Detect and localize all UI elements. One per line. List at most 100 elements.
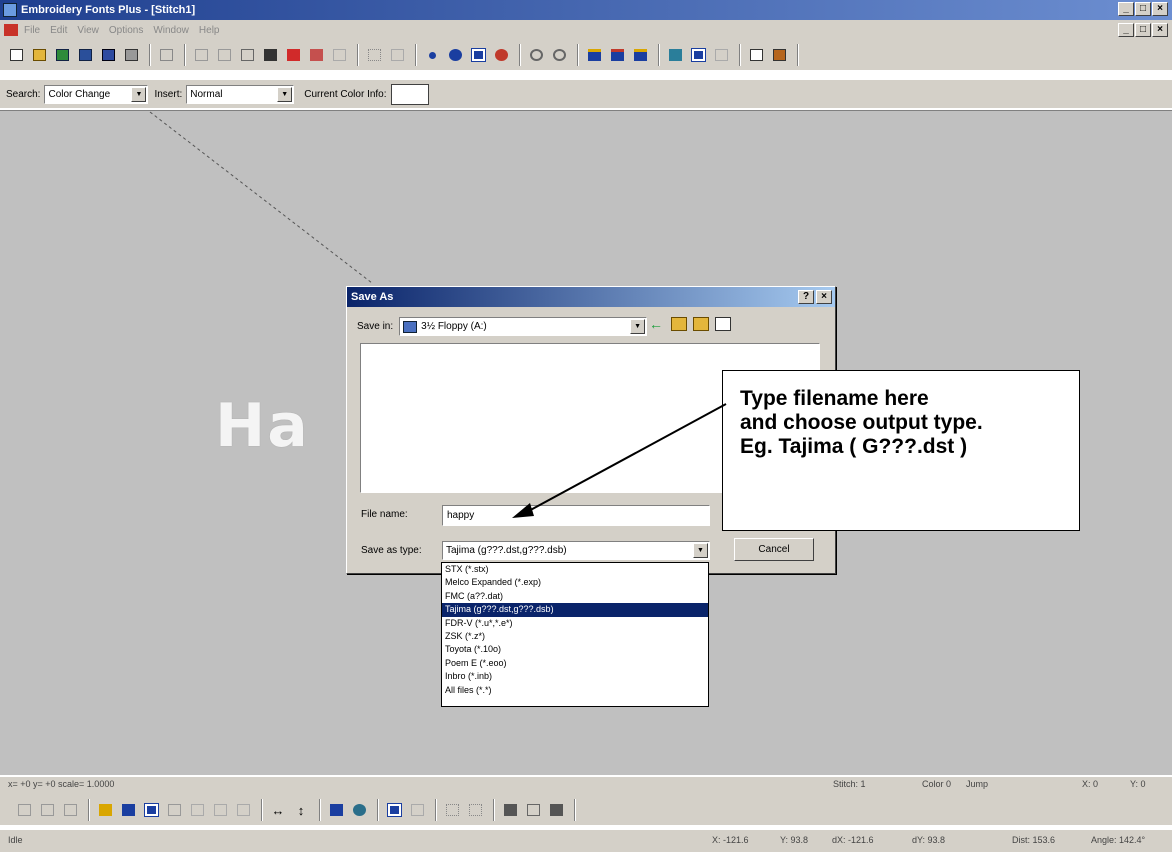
copy-icon[interactable] xyxy=(214,46,234,64)
menu-window[interactable]: Window xyxy=(153,25,189,36)
horizontal-arrows-icon[interactable]: ↔ xyxy=(268,801,288,819)
eye-icon[interactable] xyxy=(491,46,511,64)
back-arrow-icon[interactable]: ← xyxy=(649,317,665,331)
stitch-bar-icon[interactable] xyxy=(711,46,731,64)
insert-select[interactable]: Normal ▼ xyxy=(186,84,295,104)
chevron-down-icon[interactable]: ▼ xyxy=(693,543,708,558)
save-in-select[interactable]: 3½ Floppy (A:) ▼ xyxy=(399,317,648,336)
zoom-out-icon[interactable] xyxy=(549,46,569,64)
stitch-red-icon[interactable] xyxy=(283,46,303,64)
dropdown-option[interactable]: FDR-V (*.u*,*.e*) xyxy=(442,617,708,630)
status-bar-bottom: Idle X: -121.6 Y: 93.8 dX: -121.6 dY: 93… xyxy=(0,830,1172,852)
window-titlebar: Embroidery Fonts Plus - [Stitch1] _ □ × xyxy=(0,0,1172,20)
help-button[interactable]: ? xyxy=(798,290,814,304)
maximize-button[interactable]: □ xyxy=(1135,2,1151,16)
status-text: Idle xyxy=(8,835,23,845)
window-icon[interactable] xyxy=(688,46,708,64)
doc-minimize-button[interactable]: _ xyxy=(1118,23,1134,37)
toolbar-separator xyxy=(658,44,660,66)
save-type-select[interactable]: Tajima (g???.dst,g???.dsb) ▼ xyxy=(442,541,710,560)
paste-icon[interactable] xyxy=(237,46,257,64)
up-folder-icon[interactable] xyxy=(671,317,687,331)
close-button[interactable]: × xyxy=(1152,2,1168,16)
open-folder-icon[interactable] xyxy=(29,46,49,64)
grid-dots-icon[interactable] xyxy=(465,801,485,819)
color-palette-icon[interactable] xyxy=(665,46,685,64)
new-file-icon[interactable] xyxy=(6,46,26,64)
list-icon[interactable] xyxy=(387,46,407,64)
chevron-down-icon[interactable]: ▼ xyxy=(277,86,293,102)
dot-large-icon[interactable] xyxy=(445,46,465,64)
fill-icon[interactable] xyxy=(326,801,346,819)
dropdown-option-selected[interactable]: Tajima (g???.dst,g???.dsb) xyxy=(442,603,708,617)
chevron-down-icon[interactable]: ▼ xyxy=(630,319,646,334)
grid-gray-icon[interactable] xyxy=(164,801,184,819)
dropdown-option[interactable]: Melco Expanded (*.exp) xyxy=(442,576,708,589)
rect-icon[interactable] xyxy=(407,801,427,819)
dialog-close-button[interactable]: × xyxy=(816,290,832,304)
view-menu-icon[interactable] xyxy=(715,317,731,331)
undo-icon[interactable] xyxy=(156,46,176,64)
image-icon[interactable] xyxy=(523,801,543,819)
cancel-button[interactable]: Cancel xyxy=(734,538,814,561)
diagonal-icon[interactable] xyxy=(187,801,207,819)
dropdown-option[interactable]: Toyota (*.10o) xyxy=(442,643,708,656)
floppy-icon xyxy=(403,320,418,333)
menu-view[interactable]: View xyxy=(77,25,99,36)
baseline-icon[interactable] xyxy=(210,801,230,819)
menu-file[interactable]: File xyxy=(24,25,40,36)
window-small-icon[interactable] xyxy=(384,801,404,819)
zoom-in-icon[interactable] xyxy=(526,46,546,64)
dropdown-option[interactable]: ZSK (*.z*) xyxy=(442,630,708,643)
align-center-icon[interactable] xyxy=(37,801,57,819)
delete-icon[interactable] xyxy=(260,46,280,64)
minimize-button[interactable]: _ xyxy=(1118,2,1134,16)
dropdown-option[interactable]: Inbro (*.inb) xyxy=(442,670,708,683)
document-icon[interactable] xyxy=(4,24,18,36)
search-select[interactable]: Color Change ▼ xyxy=(44,84,149,104)
page-icon[interactable] xyxy=(746,46,766,64)
align-right-icon[interactable] xyxy=(60,801,80,819)
align-left-icon[interactable] xyxy=(14,801,34,819)
grid-icon[interactable] xyxy=(364,46,384,64)
frame-icon[interactable] xyxy=(468,46,488,64)
dropdown-option[interactable]: FMC (a??.dat) xyxy=(442,590,708,603)
camera-icon[interactable] xyxy=(500,801,520,819)
table-icon[interactable] xyxy=(141,801,161,819)
design-icon[interactable] xyxy=(769,46,789,64)
open-green-icon[interactable] xyxy=(52,46,72,64)
print-icon[interactable] xyxy=(121,46,141,64)
grid-lines-icon[interactable] xyxy=(442,801,462,819)
export-icon[interactable] xyxy=(584,46,604,64)
grid-blue-icon[interactable] xyxy=(118,801,138,819)
dropdown-option[interactable]: STX (*.stx) xyxy=(442,563,708,576)
menu-edit[interactable]: Edit xyxy=(50,25,67,36)
new-folder-icon[interactable] xyxy=(693,317,709,331)
chevron-down-icon[interactable]: ▼ xyxy=(131,86,147,102)
vertical-arrows-icon[interactable]: ↕ xyxy=(291,801,311,819)
cut-icon[interactable] xyxy=(191,46,211,64)
doc-maximize-button[interactable]: □ xyxy=(1135,23,1151,37)
menu-options[interactable]: Options xyxy=(109,25,143,36)
callout-line-2: and choose output type. xyxy=(740,411,983,434)
menu-help[interactable]: Help xyxy=(199,25,220,36)
dropdown-option[interactable]: Poem E (*.eoo) xyxy=(442,657,708,670)
bottom-align-icon[interactable] xyxy=(233,801,253,819)
export-doc-icon[interactable] xyxy=(630,46,650,64)
frame-small-icon[interactable] xyxy=(546,801,566,819)
dot-small-icon[interactable] xyxy=(422,46,442,64)
file-name-input[interactable]: happy xyxy=(442,505,710,526)
status-bar-top: x= +0 y= +0 scale= 1.0000 Stitch: 1 Colo… xyxy=(0,777,1172,795)
open-blue-icon[interactable] xyxy=(75,46,95,64)
globe-icon[interactable] xyxy=(349,801,369,819)
stitch-gray-icon[interactable] xyxy=(329,46,349,64)
save-type-dropdown[interactable]: STX (*.stx) Melco Expanded (*.exp) FMC (… xyxy=(441,562,709,707)
dropdown-option[interactable]: All files (*.*) xyxy=(442,684,708,697)
save-icon[interactable] xyxy=(98,46,118,64)
wand-icon[interactable] xyxy=(95,801,115,819)
callout-line-1: Type filename here xyxy=(740,387,929,410)
doc-close-button[interactable]: × xyxy=(1152,23,1168,37)
dialog-titlebar: Save As ? × xyxy=(347,287,835,307)
stitch-pattern-icon[interactable] xyxy=(306,46,326,64)
export-color-icon[interactable] xyxy=(607,46,627,64)
